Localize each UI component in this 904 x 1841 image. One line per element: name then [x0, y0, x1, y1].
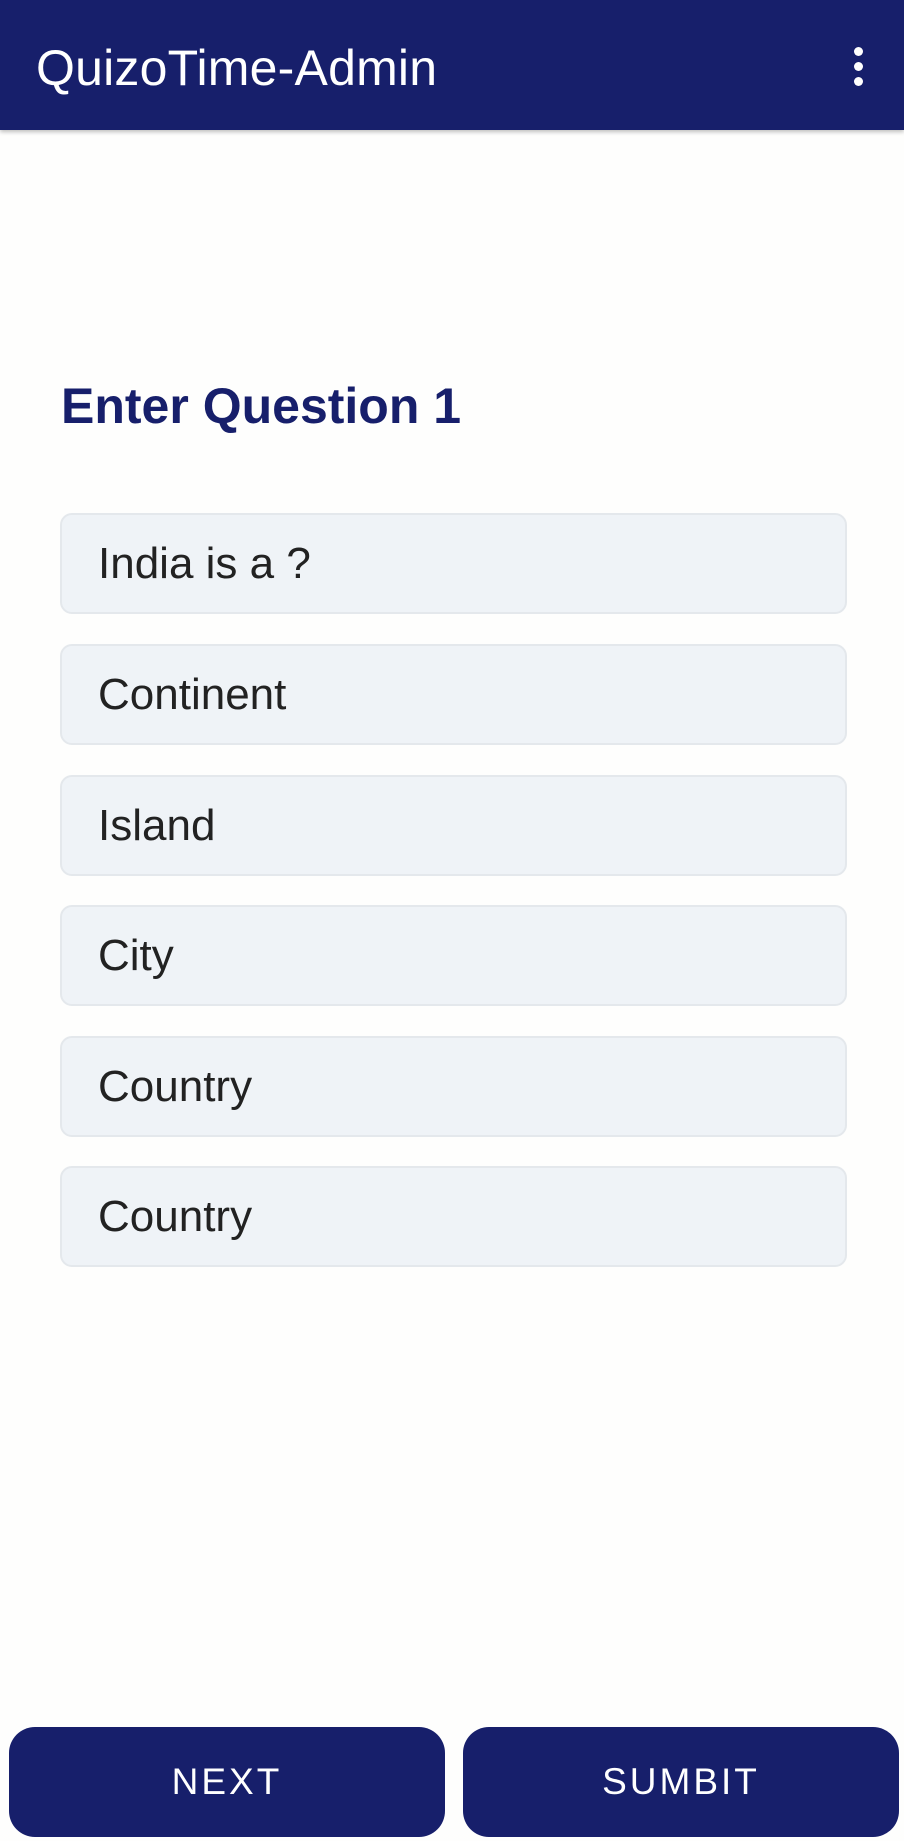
app-bar: QuizoTime-Admin [0, 0, 904, 130]
answer-input[interactable] [98, 1191, 845, 1242]
submit-button[interactable]: SUMBIT [463, 1727, 899, 1837]
answer-field[interactable] [60, 1166, 847, 1267]
option-3-field[interactable] [60, 905, 847, 1006]
app-title: QuizoTime-Admin [36, 40, 438, 96]
overflow-dot [853, 61, 863, 71]
more-vert-icon[interactable] [838, 36, 878, 96]
overflow-dot [853, 76, 863, 86]
overflow-dot [853, 46, 863, 56]
question-heading: Enter Question 1 [61, 378, 462, 434]
question-field[interactable] [60, 513, 847, 614]
next-button[interactable]: NEXT [9, 1727, 445, 1837]
option-1-field[interactable] [60, 644, 847, 745]
option-4-input[interactable] [98, 1061, 845, 1112]
option-1-input[interactable] [98, 669, 845, 720]
option-4-field[interactable] [60, 1036, 847, 1137]
question-input[interactable] [98, 538, 845, 589]
option-3-input[interactable] [98, 930, 845, 981]
option-2-field[interactable] [60, 775, 847, 876]
option-2-input[interactable] [98, 800, 845, 851]
